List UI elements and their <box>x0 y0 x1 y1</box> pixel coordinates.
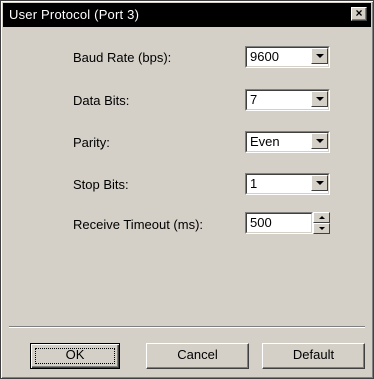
chevron-down-icon <box>316 139 324 143</box>
close-icon: × <box>355 6 363 20</box>
data-bits-value: 7 <box>250 92 258 107</box>
default-button[interactable]: Default <box>262 343 365 369</box>
chevron-down-icon <box>316 97 324 101</box>
baud-rate-label: Baud Rate (bps): <box>73 50 172 65</box>
default-button-label: Default <box>292 347 335 362</box>
receive-timeout-label: Receive Timeout (ms): <box>73 217 204 232</box>
chevron-down-icon <box>316 181 324 185</box>
receive-timeout-value: 500 <box>250 215 272 230</box>
spin-down-button[interactable] <box>313 223 330 234</box>
baud-rate-value: 9600 <box>250 49 279 64</box>
stop-bits-dropdown-button[interactable] <box>311 175 328 191</box>
parity-dropdown-button[interactable] <box>311 133 328 149</box>
parity-value: Even <box>250 134 280 149</box>
user-protocol-dialog: User Protocol (Port 3) × Baud Rate (bps)… <box>0 0 374 379</box>
data-bits-dropdown-button[interactable] <box>311 91 328 107</box>
spin-down-icon <box>319 227 325 230</box>
cancel-button[interactable]: Cancel <box>146 343 249 369</box>
cancel-button-label: Cancel <box>177 347 218 362</box>
chevron-down-icon <box>316 54 324 58</box>
receive-timeout-spinner <box>313 212 330 234</box>
ok-button-label: OK <box>65 347 85 362</box>
stop-bits-select[interactable]: 1 <box>245 173 330 195</box>
spin-up-button[interactable] <box>313 212 330 223</box>
window-title: User Protocol (Port 3) <box>9 7 140 22</box>
parity-label: Parity: <box>73 135 110 150</box>
data-bits-select[interactable]: 7 <box>245 89 330 111</box>
button-separator <box>9 326 365 328</box>
close-button[interactable]: × <box>351 7 367 21</box>
data-bits-label: Data Bits: <box>73 93 130 108</box>
stop-bits-label: Stop Bits: <box>73 177 129 192</box>
title-bar[interactable]: User Protocol (Port 3) × <box>3 3 371 27</box>
parity-select[interactable]: Even <box>245 131 330 153</box>
baud-rate-dropdown-button[interactable] <box>311 48 328 64</box>
receive-timeout-input[interactable]: 500 <box>245 212 313 234</box>
spin-up-icon <box>319 216 325 219</box>
ok-button[interactable]: OK <box>30 343 120 369</box>
stop-bits-value: 1 <box>250 176 258 191</box>
baud-rate-select[interactable]: 9600 <box>245 46 330 68</box>
